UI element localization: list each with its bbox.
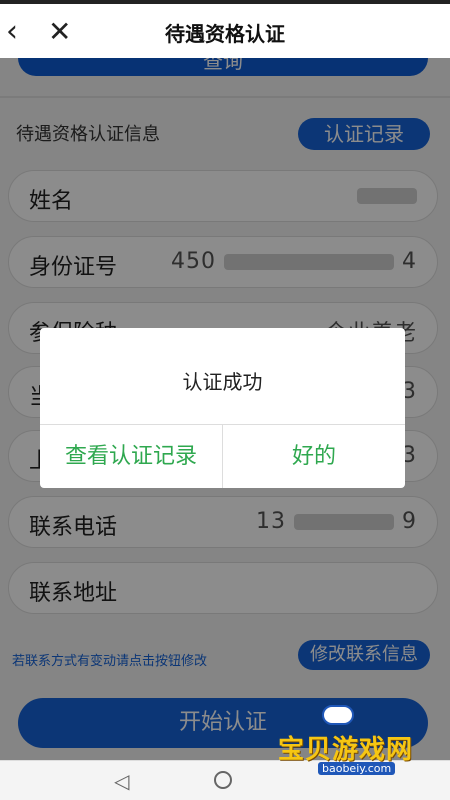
watermark-url: baobeiy.com: [318, 762, 396, 775]
top-bar: ‹ ✕ 待遇资格认证: [0, 0, 450, 58]
page: ‹ ✕ 待遇资格认证 查询 待遇资格认证信息 认证记录 姓名 身份证号 450 …: [0, 0, 450, 760]
watermark-text: 宝贝游戏网: [278, 735, 414, 765]
view-record-button[interactable]: 查看认证记录: [40, 425, 222, 488]
nav-home-icon[interactable]: [214, 771, 232, 789]
page-title: 待遇资格认证: [165, 22, 285, 46]
watermark-logo: 宝贝游戏网 baobeiy.com: [270, 705, 445, 780]
success-dialog: 认证成功 查看认证记录 好的: [40, 328, 405, 488]
ok-button[interactable]: 好的: [223, 425, 405, 488]
gamepad-icon: [322, 705, 354, 725]
nav-back-icon[interactable]: ◁: [114, 769, 129, 793]
dialog-message: 认证成功: [182, 370, 263, 394]
